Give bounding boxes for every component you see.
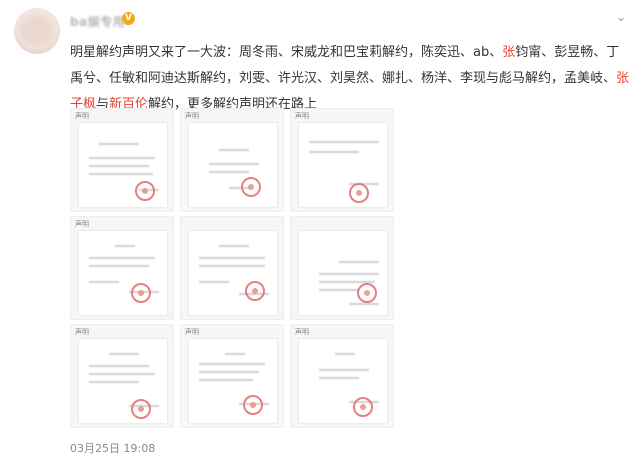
post-text: 明星解约声明又来了一大波：周冬雨、宋威龙和巴宝莉解约，陈奕迅、ab、张钧甯、彭昱…	[70, 40, 630, 118]
document-text-line	[319, 369, 369, 371]
red-seal-stamp	[353, 397, 373, 417]
document-text-line	[209, 171, 249, 173]
document-page	[299, 123, 387, 207]
statement-thumbnail[interactable]	[180, 216, 284, 320]
document-text-line	[199, 363, 265, 365]
statement-thumbnail[interactable]: 声明	[70, 108, 174, 212]
document-text-line	[199, 371, 259, 373]
document-text-line	[199, 379, 253, 381]
document-text-line	[89, 281, 119, 283]
red-seal-stamp	[349, 183, 369, 203]
red-seal-stamp	[131, 399, 151, 419]
username[interactable]: ba娱专用	[70, 13, 125, 30]
post-text-segment: 明星解约声明又来了一大波：周冬雨、宋威龙和巴宝莉解约，陈奕迅、ab、	[70, 45, 503, 60]
document-page	[189, 123, 277, 207]
weibo-post: ba娱专用 V ⌄ 明星解约声明又来了一大波：周冬雨、宋威龙和巴宝莉解约，陈奕迅…	[0, 0, 640, 474]
document-text-line	[89, 257, 155, 259]
document-text-line	[319, 273, 379, 275]
document-text-line	[209, 163, 259, 165]
document-text-line	[199, 257, 265, 259]
thumbnail-label: 声明	[295, 112, 309, 120]
document-text-line	[309, 151, 359, 153]
thumbnail-label: 声明	[75, 220, 89, 228]
thumbnail-label: 声明	[75, 328, 89, 336]
thumbnail-label: 声明	[185, 328, 199, 336]
document-page	[299, 231, 387, 315]
document-text-line	[339, 261, 379, 263]
document-text-line	[349, 303, 379, 305]
statement-thumbnail[interactable]: 声明	[290, 108, 394, 212]
document-page	[79, 123, 167, 207]
document-text-line	[319, 289, 359, 291]
document-text-line	[109, 353, 139, 355]
document-text-line	[99, 143, 139, 145]
image-grid: 声明 声明 声明 声明 声明 声明 声明	[70, 108, 400, 430]
red-seal-stamp	[243, 395, 263, 415]
statement-thumbnail[interactable]: 声明	[70, 324, 174, 428]
document-page	[79, 339, 167, 423]
document-text-line	[199, 281, 229, 283]
red-seal-stamp	[135, 181, 155, 201]
document-text-line	[115, 245, 135, 247]
document-text-line	[89, 157, 155, 159]
thumbnail-label: 声明	[75, 112, 89, 120]
red-seal-stamp	[245, 281, 265, 301]
statement-thumbnail[interactable]: 声明	[180, 324, 284, 428]
document-text-line	[89, 365, 149, 367]
red-seal-stamp	[241, 177, 261, 197]
document-text-line	[89, 373, 155, 375]
document-page	[79, 231, 167, 315]
document-text-line	[309, 141, 379, 143]
document-text-line	[335, 353, 355, 355]
thumbnail-label: 声明	[295, 328, 309, 336]
document-text-line	[89, 265, 149, 267]
chevron-down-icon[interactable]: ⌄	[616, 10, 626, 24]
document-page	[189, 339, 277, 423]
thumbnail-label: 声明	[185, 112, 199, 120]
avatar[interactable]	[14, 8, 60, 54]
statement-thumbnail[interactable]: 声明	[290, 324, 394, 428]
red-seal-stamp	[357, 283, 377, 303]
document-text-line	[89, 165, 149, 167]
document-text-line	[89, 381, 139, 383]
document-text-line	[89, 173, 153, 175]
document-text-line	[319, 377, 359, 379]
timestamp[interactable]: 03月25日 19:08	[70, 440, 155, 456]
red-seal-stamp	[131, 283, 151, 303]
document-page	[189, 231, 277, 315]
document-text-line	[219, 149, 249, 151]
highlighted-keyword[interactable]: 张	[502, 45, 515, 60]
statement-thumbnail[interactable]: 声明	[180, 108, 284, 212]
document-text-line	[199, 265, 265, 267]
document-page	[299, 339, 387, 423]
statement-thumbnail[interactable]	[290, 216, 394, 320]
document-text-line	[225, 353, 245, 355]
document-text-line	[219, 245, 249, 247]
verified-badge-icon: V	[122, 12, 135, 25]
statement-thumbnail[interactable]: 声明	[70, 216, 174, 320]
